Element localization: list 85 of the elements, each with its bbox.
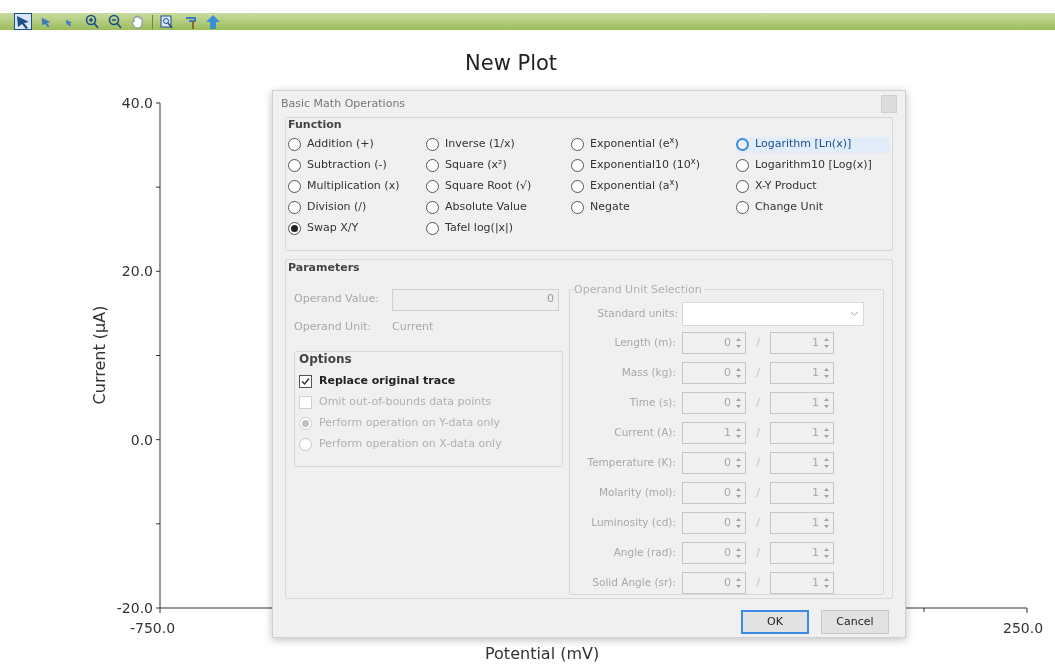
unit-label: Angle (rad): — [612, 545, 677, 561]
radio-option[interactable]: Swap X/Y — [288, 220, 426, 237]
unit-label: Molarity (mol): — [597, 485, 677, 501]
checkmark-icon — [301, 376, 310, 386]
radio-option[interactable]: Change Unit — [736, 199, 890, 216]
fraction-slash: / — [755, 484, 761, 501]
x-tick-label: 250.0 — [1003, 619, 1044, 638]
field-label: Standard units: — [596, 306, 679, 322]
unit-label: Length (m): — [613, 335, 677, 351]
chevron-down-icon — [850, 311, 859, 317]
toolbar-button[interactable] — [158, 13, 176, 30]
radio-option[interactable]: Logarithm [Ln(x)] — [736, 136, 890, 153]
hand-icon — [130, 13, 146, 30]
radio-option[interactable]: Logarithm10 [Log(x)] — [736, 157, 890, 174]
plot-title: New Plot — [465, 50, 558, 77]
pointer-icon — [15, 13, 31, 30]
radio-button[interactable] — [426, 159, 439, 172]
dialog-title: Basic Math Operations — [281, 95, 406, 112]
unit-label: Luminosity (cd): — [590, 515, 677, 531]
fraction-slash: / — [755, 574, 761, 591]
radio-option[interactable]: Negate — [571, 199, 736, 216]
radio-option[interactable]: Exponential10 (10$^{x}$) — [571, 157, 736, 174]
axis-label: Potential (mV) — [485, 643, 600, 664]
radio-button[interactable] — [571, 159, 584, 172]
radio-option[interactable]: Multiplication (x) — [288, 178, 426, 195]
radio-option[interactable]: Exponential (a$^{x}$) — [571, 178, 736, 195]
zoom-in-icon — [84, 13, 100, 30]
radio-button[interactable] — [736, 159, 749, 172]
radio-button[interactable] — [736, 180, 749, 193]
zoom-box-icon — [159, 13, 175, 30]
toolbar-button[interactable] — [106, 13, 124, 30]
radio-option[interactable]: Exponential (e$^{x}$) — [571, 136, 736, 153]
group-label: Options — [299, 351, 353, 368]
toolbar-button[interactable] — [14, 13, 32, 30]
toolbar-button[interactable] — [83, 13, 101, 30]
radio-option[interactable]: Subtraction (-) — [288, 157, 426, 174]
radio-option[interactable]: Square Root (√) — [426, 178, 571, 195]
radio-button[interactable] — [288, 138, 301, 151]
radio-button[interactable] — [288, 222, 301, 235]
fraction-slash: / — [755, 364, 761, 381]
dialog-button[interactable]: OK — [741, 610, 809, 634]
radio-option[interactable]: X-Y Product — [736, 178, 890, 195]
radio-option[interactable]: Addition (+) — [288, 136, 426, 153]
operand-unit-value: Current — [392, 318, 434, 335]
radio-option[interactable]: Square (x²) — [426, 157, 571, 174]
unit-label: Solid Angle (sr): — [591, 575, 677, 591]
group-label: Parameters — [288, 260, 361, 276]
radio-option[interactable]: Division (/) — [288, 199, 426, 216]
zoom-out-icon — [107, 13, 123, 30]
radio-button[interactable] — [571, 201, 584, 214]
unit-label: Temperature (K): — [586, 455, 677, 471]
fraction-slash: / — [755, 394, 761, 411]
y-tick-label: 20.0 — [121, 262, 153, 282]
y-tick-label: 0.0 — [130, 430, 153, 450]
up-arrow-icon — [205, 13, 221, 30]
field-label: Operand Unit: — [294, 318, 373, 335]
dialog-button[interactable]: Cancel — [821, 610, 889, 634]
radio-button[interactable] — [426, 222, 439, 235]
radio-button[interactable] — [288, 201, 301, 214]
radio-button[interactable] — [571, 180, 584, 193]
radio-option[interactable]: Inverse (1/x) — [426, 136, 571, 153]
fraction-slash: / — [755, 454, 761, 471]
radio-button[interactable] — [736, 201, 749, 214]
unit-label: Time (s): — [628, 395, 677, 411]
radio-option[interactable]: Absolute Value — [426, 199, 571, 216]
axis-label: Current (µA) — [89, 305, 110, 405]
radio-button[interactable] — [571, 138, 584, 151]
radio-option[interactable]: Tafel log(|x|) — [426, 220, 571, 237]
radio-button[interactable] — [426, 138, 439, 151]
unit-label: Mass (kg): — [620, 365, 677, 381]
unit-label: Current (A): — [613, 425, 677, 441]
radio-button[interactable] — [426, 201, 439, 214]
fraction-slash: / — [755, 334, 761, 351]
fraction-slash: / — [755, 424, 761, 441]
group-label: Function — [288, 117, 343, 133]
fraction-slash: / — [755, 514, 761, 531]
radio-button[interactable] — [736, 138, 749, 151]
y-tick-label: -20.0 — [116, 599, 153, 618]
y-tick-label: 40.0 — [121, 94, 153, 113]
radio-button[interactable] — [288, 180, 301, 193]
fraction-slash: / — [755, 544, 761, 561]
field-label: Operand Value: — [294, 291, 381, 308]
radio-button[interactable] — [426, 180, 439, 193]
x-tick-label: -750.0 — [130, 619, 176, 638]
radio-button[interactable] — [288, 159, 301, 172]
